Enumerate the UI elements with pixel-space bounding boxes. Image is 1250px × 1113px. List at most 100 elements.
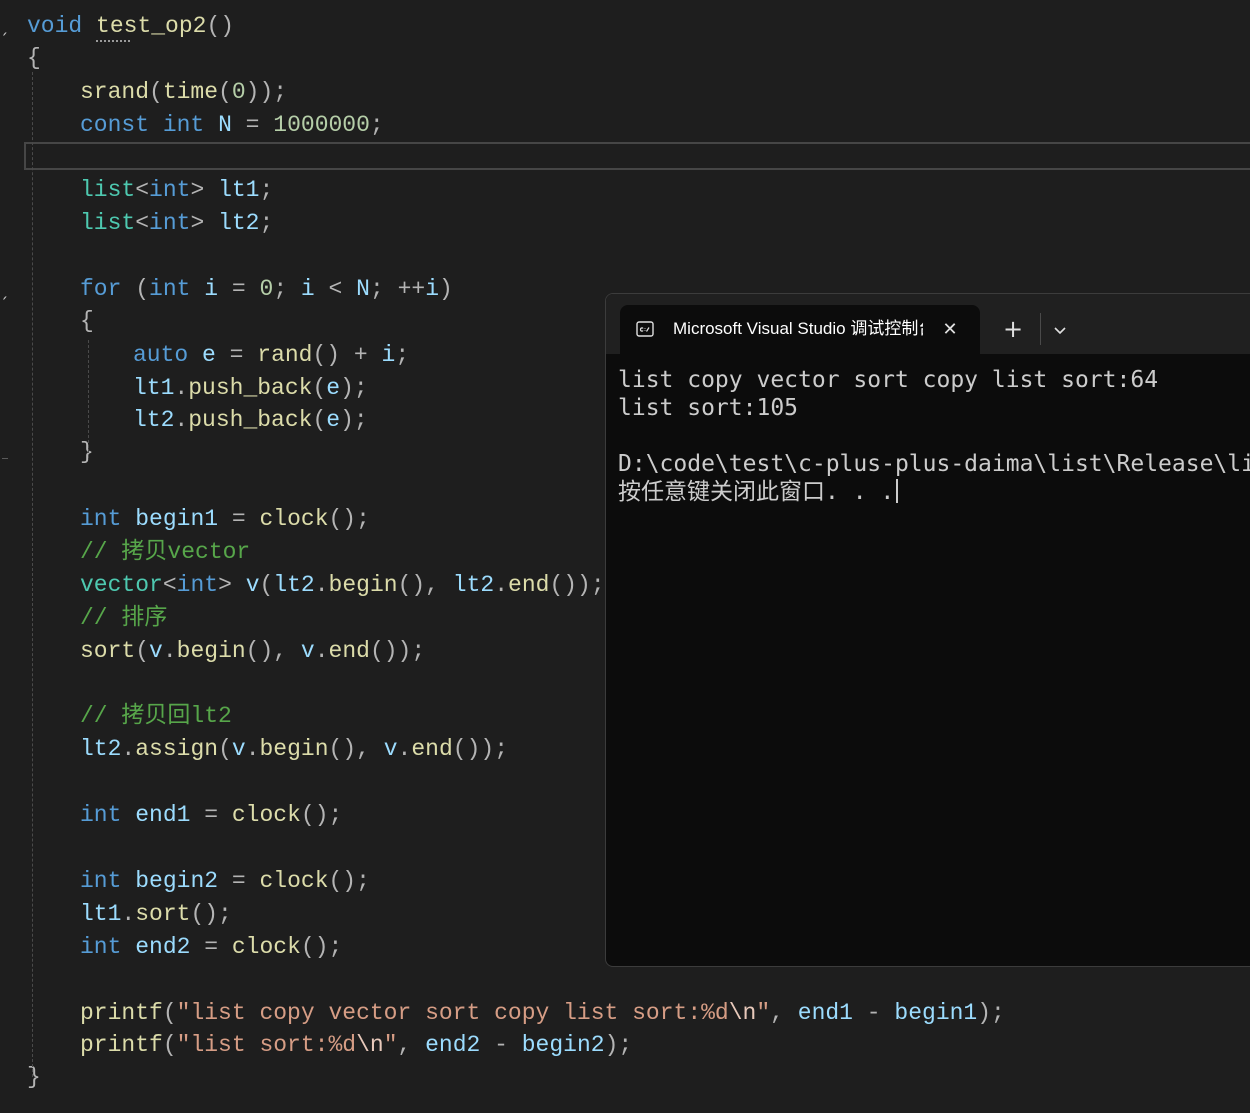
code-line[interactable]: // 拷贝vector: [80, 536, 250, 568]
code-token: for: [80, 276, 122, 302]
code-token: .: [397, 736, 412, 762]
console-titlebar[interactable]: Microsoft Visual Studio 调试控制台 ✕ +: [606, 294, 1250, 354]
code-token: >: [190, 177, 205, 203]
code-token: e: [202, 342, 216, 368]
code-line[interactable]: int end2 = clock();: [80, 931, 342, 963]
code-line[interactable]: sort(v.begin(), v.end());: [80, 635, 425, 667]
code-line[interactable]: printf("list sort:%d\n", end2 - begin2);: [80, 1029, 632, 1061]
code-token: "list sort:%d: [176, 1032, 357, 1058]
code-line[interactable]: {: [27, 42, 41, 74]
code-token: begin: [328, 572, 398, 598]
code-line[interactable]: int begin1 = clock();: [80, 503, 370, 535]
code-token: auto: [133, 342, 189, 368]
code-token: (),: [397, 572, 453, 598]
code-token: .: [121, 736, 136, 762]
code-line[interactable]: // 拷贝回lt2: [80, 700, 232, 732]
code-token: (: [162, 1000, 177, 1026]
titlebar-divider: [1040, 313, 1041, 345]
text-cursor: [896, 479, 899, 503]
code-token: =: [218, 868, 260, 894]
code-line[interactable]: }: [80, 436, 94, 468]
code-token: ();: [300, 802, 343, 828]
code-line[interactable]: int begin2 = clock();: [80, 865, 370, 897]
code-token: clock: [231, 802, 301, 828]
code-line[interactable]: auto e = rand() + i;: [133, 339, 409, 371]
code-line[interactable]: srand(time(0));: [80, 76, 287, 108]
code-line[interactable]: lt1.sort();: [80, 898, 232, 930]
code-line[interactable]: }: [27, 1061, 41, 1093]
code-token: 1000000: [273, 112, 370, 138]
code-token: sort: [135, 901, 191, 927]
code-token: push_back: [188, 407, 313, 433]
code-line[interactable]: void test_op2(): [27, 10, 234, 42]
code-token: <: [162, 572, 177, 598]
code-line[interactable]: vector<int> v(lt2.begin(), lt2.end());: [80, 569, 605, 601]
code-token: (),: [245, 638, 301, 664]
code-token: begin: [259, 736, 329, 762]
close-tab-icon[interactable]: ✕: [938, 318, 962, 342]
code-token: v: [149, 638, 163, 664]
code-token: ());: [369, 638, 426, 664]
code-line[interactable]: lt2.push_back(e);: [133, 404, 368, 436]
code-token: .: [174, 375, 189, 401]
code-token: // 拷贝回lt2: [80, 703, 232, 729]
code-token: srand: [80, 79, 150, 105]
code-token: ();: [300, 934, 343, 960]
code-token: int: [149, 177, 191, 203]
code-line[interactable]: for (int i = 0; i < N; ++i): [80, 273, 453, 305]
code-line[interactable]: // 排序: [80, 602, 167, 634]
fold-marker-icon[interactable]: ˏ: [0, 16, 10, 36]
chevron-down-icon[interactable]: [1046, 316, 1074, 344]
indent-guide: [88, 340, 89, 458]
debug-console-window[interactable]: Microsoft Visual Studio 调试控制台 ✕ + list c…: [605, 293, 1250, 967]
code-token: i: [300, 276, 315, 302]
code-token: \n: [728, 1000, 757, 1026]
code-line[interactable]: printf("list copy vector sort copy list …: [80, 997, 1005, 1029]
code-token: end: [508, 572, 550, 598]
code-token: lt2: [80, 736, 122, 762]
console-output-line: list copy vector sort copy list sort:64: [618, 367, 1159, 393]
console-tab-title: Microsoft Visual Studio 调试控制台: [673, 319, 923, 338]
new-tab-button[interactable]: +: [999, 316, 1027, 344]
code-line[interactable]: list<int> lt1;: [80, 174, 273, 206]
code-token: end: [411, 736, 453, 762]
code-token: N: [218, 112, 232, 138]
code-token: ": [383, 1032, 398, 1058]
code-token: <: [314, 276, 357, 302]
code-line[interactable]: int end1 = clock();: [80, 799, 342, 831]
code-token: {: [27, 45, 41, 71]
code-token: clock: [259, 506, 329, 532]
code-line[interactable]: lt2.assign(v.begin(), v.end());: [80, 733, 508, 765]
code-line[interactable]: {: [80, 305, 94, 337]
code-token: (: [259, 572, 274, 598]
code-token: "list copy vector sort copy list sort:%d: [176, 1000, 729, 1026]
code-line[interactable]: lt1.push_back(e);: [133, 372, 368, 404]
code-token: lt2: [273, 572, 315, 598]
fold-marker-icon[interactable]: ˏ: [0, 280, 10, 300]
code-token: int: [162, 112, 205, 138]
code-token: begin2: [135, 868, 219, 894]
code-token: =: [190, 802, 232, 828]
code-line[interactable]: const int N = 1000000;: [80, 109, 384, 141]
code-token: (: [218, 79, 232, 105]
code-token: .: [314, 572, 329, 598]
code-token: +: [340, 342, 382, 368]
code-token: ,: [397, 1032, 426, 1058]
code-token: <: [135, 210, 150, 236]
console-tab[interactable]: Microsoft Visual Studio 调试控制台 ✕: [620, 305, 980, 354]
code-token: );: [977, 1000, 1005, 1026]
code-token: );: [604, 1032, 633, 1058]
code-token: int: [80, 868, 122, 894]
code-token: ,: [770, 1000, 798, 1026]
code-token: (: [312, 375, 327, 401]
code-line[interactable]: list<int> lt2;: [80, 207, 273, 239]
code-token: // 排序: [80, 605, 168, 631]
code-token: =: [190, 934, 232, 960]
code-token: lt1: [218, 177, 260, 203]
